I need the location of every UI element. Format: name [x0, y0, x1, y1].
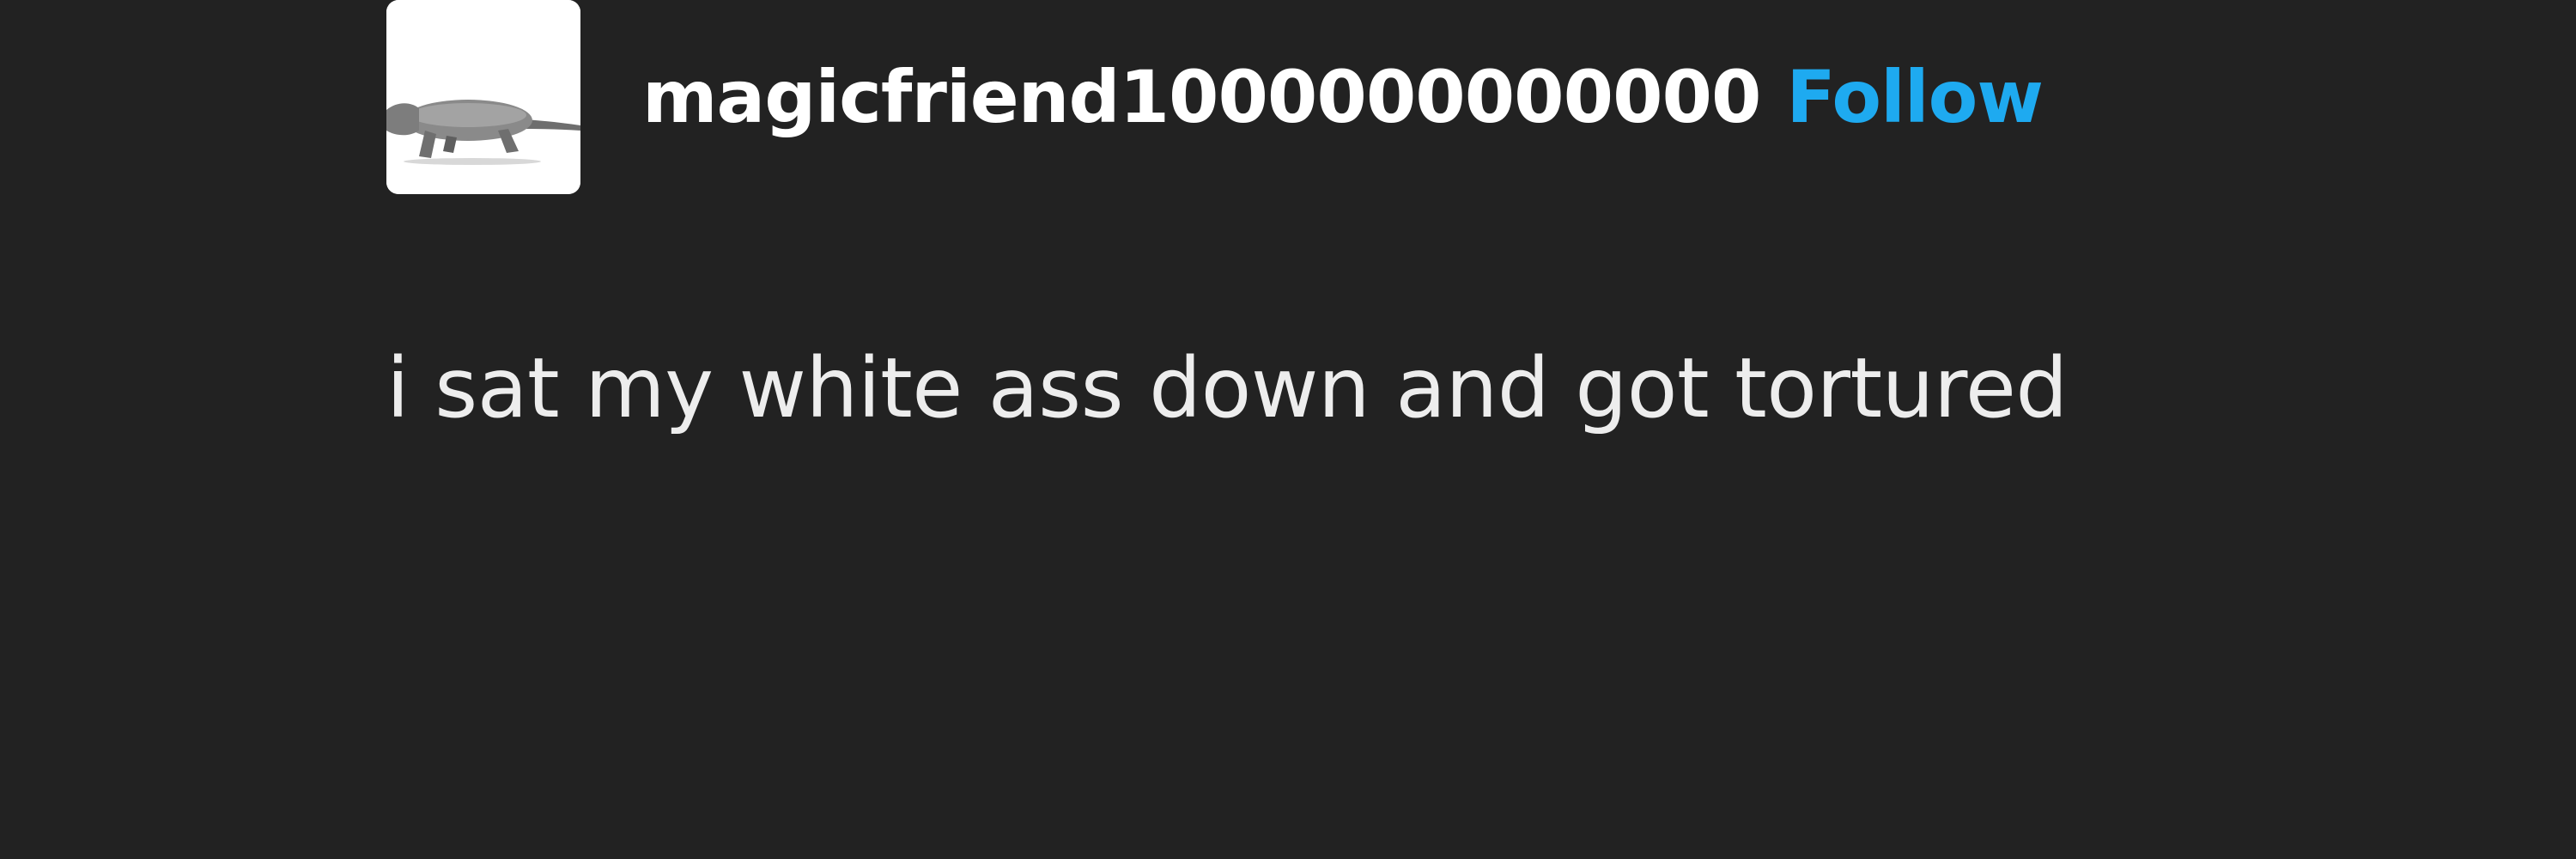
author-username[interactable]: magicfriend1000000000000 [642, 55, 1761, 139]
follow-button[interactable]: Follow [1786, 55, 2044, 139]
avatar[interactable] [386, 0, 580, 194]
salamander-avatar-icon [386, 0, 580, 194]
post-header: magicfriend1000000000000 Follow [386, 0, 2361, 194]
post: magicfriend1000000000000 Follow i sat my… [386, 0, 2361, 436]
post-body-text: i sat my white ass down and got tortured [386, 340, 2068, 436]
